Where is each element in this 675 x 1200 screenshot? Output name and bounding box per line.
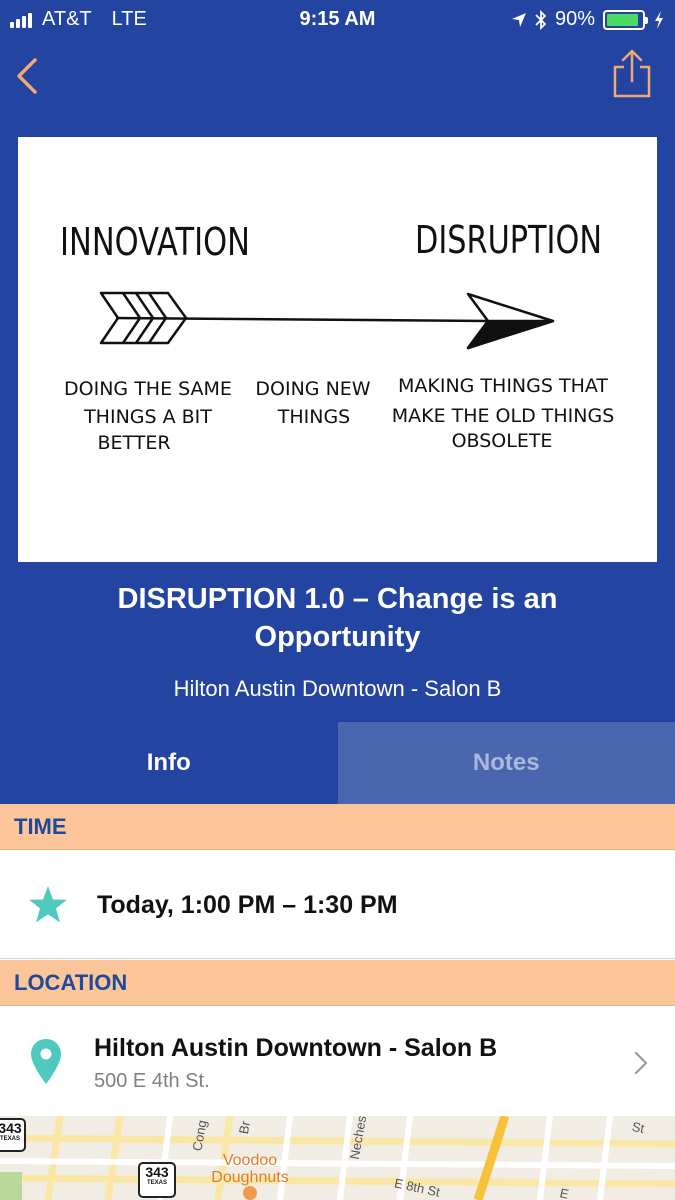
route-shield-number: 343: [0, 1120, 22, 1136]
chevron-right-icon: [634, 1051, 648, 1075]
location-arrow-icon: [511, 12, 526, 27]
caption-3-line-3: OBSOLETE: [452, 430, 553, 452]
location-address: 500 E 4th St.: [94, 1070, 210, 1092]
route-shield-icon: 343 TEXAS: [0, 1118, 26, 1152]
location-pin-icon: [31, 1039, 61, 1084]
battery-percent: 90%: [554, 8, 595, 30]
illustration-right-heading: DISRUPTION: [415, 218, 602, 262]
arrow-graphic: [99, 291, 555, 350]
chevron-left-icon: [17, 58, 37, 94]
star-icon[interactable]: [28, 885, 68, 925]
caption-1-line-2: THINGS A BIT: [83, 406, 212, 428]
status-bar: AT&T LTE 9:15 AM 90%: [0, 0, 675, 40]
route-shield-state: TEXAS: [146, 1180, 167, 1186]
innovation-disruption-illustration: INNOVATION DISRUPTION DOING THE SAME THI…: [60, 218, 615, 454]
session-time: Today, 1:00 PM – 1:30 PM: [97, 891, 398, 919]
street-label: Br: [235, 1119, 254, 1136]
share-icon: [613, 49, 651, 98]
route-shield-icon: 343 TEXAS: [138, 1162, 176, 1198]
caption-2-line-1: DOING NEW: [255, 378, 370, 400]
poi-label[interactable]: Voodoo Doughnuts: [205, 1152, 295, 1186]
tab-notes[interactable]: Notes: [337, 722, 675, 804]
caption-1-line-1: DOING THE SAME: [64, 378, 232, 400]
session-image: INNOVATION DISRUPTION DOING THE SAME THI…: [18, 137, 657, 562]
route-shield-number: 343: [145, 1164, 169, 1180]
battery-fill: [607, 13, 638, 26]
status-right: 90%: [511, 8, 665, 31]
location-map[interactable]: 343 TEXAS 343 TEXAS Voodoo Doughnuts Con…: [0, 1116, 675, 1200]
share-button[interactable]: [611, 48, 653, 100]
location-name: Hilton Austin Downtown - Salon B: [94, 1034, 498, 1062]
route-shield-state: TEXAS: [0, 1136, 20, 1142]
caption-1-line-3: BETTER: [97, 432, 170, 454]
caption-2-line-2: THINGS: [277, 406, 351, 428]
tab-info[interactable]: Info: [0, 722, 338, 804]
session-room: Hilton Austin Downtown - Salon B: [173, 676, 502, 701]
tab-bar: Info Notes: [0, 722, 675, 804]
charging-bolt-icon: [655, 10, 663, 29]
caption-3-line-1: MAKING THINGS THAT: [398, 375, 608, 397]
illustration-left-heading: INNOVATION: [60, 220, 250, 264]
session-header: INNOVATION DISRUPTION DOING THE SAME THI…: [0, 40, 675, 722]
map-streets: [0, 1116, 675, 1200]
location-section-header: LOCATION: [0, 960, 675, 1006]
time-row: Today, 1:00 PM – 1:30 PM: [0, 851, 675, 959]
back-button[interactable]: [10, 54, 46, 98]
caption-3-line-2: MAKE THE OLD THINGS: [392, 405, 615, 427]
poi-marker-icon[interactable]: [243, 1186, 257, 1200]
bluetooth-icon: [535, 9, 547, 30]
location-row[interactable]: Hilton Austin Downtown - Salon B 500 E 4…: [0, 1008, 675, 1116]
time-section-header: TIME: [0, 804, 675, 850]
session-title: DISRUPTION 1.0 – Change is an Opportunit…: [117, 583, 558, 653]
battery-icon: [603, 9, 648, 30]
